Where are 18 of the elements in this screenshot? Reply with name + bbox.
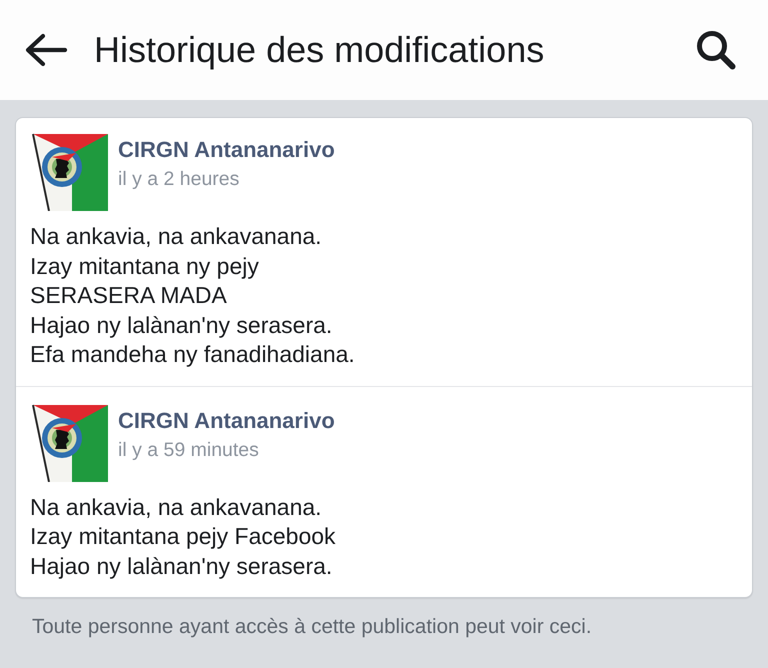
post-text-line: SERASERA MADA: [30, 281, 228, 310]
author-name[interactable]: CIRGN Antananarivo: [118, 136, 335, 163]
back-arrow-icon: [24, 33, 68, 67]
page-title: Historique des modifications: [94, 29, 546, 71]
timestamp: il y a 2 heures: [118, 167, 240, 192]
search-icon: [695, 29, 737, 71]
post-text-line: Hajao ny lalànan'ny serasera.: [30, 310, 334, 340]
post-text-line: Hajao ny lalànan'ny serasera.: [30, 552, 334, 581]
post-text-line: Izay mitantana ny pejy: [30, 252, 260, 281]
author-name[interactable]: CIRGN Antananarivo: [118, 406, 335, 434]
post-text-line: Na ankavia, na ankavanana.: [30, 492, 323, 522]
post-text-line: Izay mitantana pejy Facebook: [30, 522, 337, 551]
flag-emblem-icon: [30, 131, 110, 211]
post-text-line: Efa mandeha ny fanadihadiana.: [30, 340, 356, 369]
search-button[interactable]: [694, 28, 738, 72]
post-text-line: Na ankavia, na ankavanana.: [30, 222, 323, 251]
timestamp: il y a 59 minutes: [118, 438, 260, 462]
visibility-note: Toute personne ayant accès à cette publication peut voir ceci.: [32, 615, 593, 639]
